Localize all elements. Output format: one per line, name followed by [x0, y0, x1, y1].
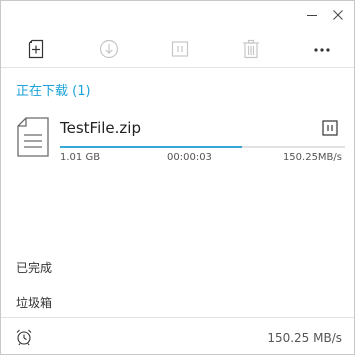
footer-divider	[1, 317, 354, 318]
toolbar	[1, 35, 354, 63]
minimize-button[interactable]	[302, 5, 322, 25]
file-size: 1.01 GB	[60, 152, 101, 163]
toolbar-divider	[1, 67, 354, 68]
close-button[interactable]	[328, 5, 348, 25]
total-speed: 150.25 MB/s	[267, 331, 342, 345]
alarm-clock-icon[interactable]	[15, 328, 33, 346]
progress-bar	[60, 146, 345, 148]
new-task-button[interactable]	[23, 35, 51, 63]
nav-completed[interactable]: 已完成	[16, 259, 52, 276]
pause-icon	[171, 41, 189, 57]
download-task[interactable]: TestFile.zip 1.01 GB 00:00:03 150.25MB/s	[1, 111, 354, 171]
task-pause-button[interactable]	[322, 120, 338, 136]
pause-all-button[interactable]	[166, 35, 194, 63]
file-name: TestFile.zip	[60, 119, 141, 137]
close-icon	[333, 10, 343, 20]
minimize-icon	[307, 15, 317, 16]
delete-icon	[243, 39, 259, 59]
more-icon	[314, 48, 330, 52]
downloading-section-header[interactable]: 正在下载 (1)	[16, 80, 91, 99]
new-task-icon	[28, 39, 44, 59]
progress-fill	[60, 146, 243, 148]
elapsed-time: 00:00:03	[167, 152, 212, 163]
delete-button[interactable]	[237, 35, 265, 63]
task-speed: 150.25MB/s	[282, 152, 342, 163]
download-icon	[99, 39, 119, 59]
download-manager-window: 正在下载 (1) TestFile.zip 1.01 GB 00:00:03 1…	[0, 0, 355, 355]
document-icon	[17, 117, 49, 157]
nav-trash[interactable]: 垃圾箱	[16, 294, 52, 311]
more-button[interactable]	[308, 35, 336, 63]
start-download-button[interactable]	[95, 35, 123, 63]
